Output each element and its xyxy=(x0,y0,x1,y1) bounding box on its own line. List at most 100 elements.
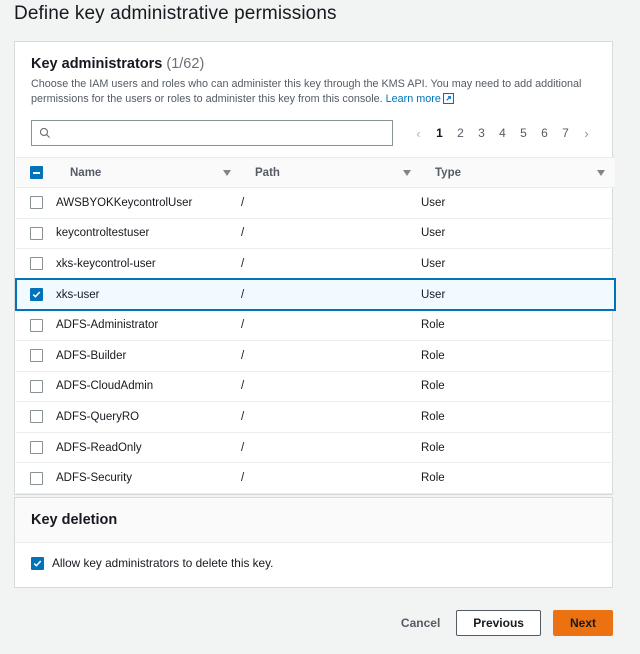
row-select-cell xyxy=(16,248,56,280)
section-title-count: (1/62) xyxy=(166,56,205,72)
pagination-page-3[interactable]: 3 xyxy=(472,122,491,144)
pagination-page-6[interactable]: 6 xyxy=(535,122,554,144)
table-row[interactable]: ADFS-ReadOnly / Role xyxy=(16,432,615,464)
select-all-header xyxy=(16,157,56,188)
row-checkbox[interactable] xyxy=(29,226,43,240)
row-select-cell xyxy=(16,401,56,433)
row-type-cell: User xyxy=(421,218,615,250)
search-input[interactable] xyxy=(51,122,392,144)
table-header-row: Name Path Type xyxy=(16,157,615,188)
row-name-cell: ADFS-Builder xyxy=(56,340,241,372)
row-path-cell: / xyxy=(241,462,421,494)
row-type-cell: Role xyxy=(421,432,615,464)
table-head: Name Path Type xyxy=(16,157,615,188)
column-header-path-label: Path xyxy=(255,166,280,179)
row-checkbox[interactable] xyxy=(29,441,43,455)
row-checkbox[interactable] xyxy=(30,288,43,302)
page-root: Define key administrative permissions Ke… xyxy=(0,0,640,654)
row-select-cell xyxy=(16,462,56,494)
select-all-checkbox[interactable] xyxy=(29,166,43,179)
row-path-cell: / xyxy=(241,248,421,280)
cancel-button[interactable]: Cancel xyxy=(397,610,444,636)
row-type-cell: Role xyxy=(421,371,615,403)
pagination-page-4[interactable]: 4 xyxy=(493,122,512,144)
sort-caret-icon-path[interactable] xyxy=(403,169,411,176)
row-name-cell: ADFS-QueryRO xyxy=(56,401,241,433)
pagination-previous-icon[interactable]: ‹ xyxy=(409,122,428,144)
row-checkbox[interactable] xyxy=(29,349,43,363)
search-icon xyxy=(39,127,51,139)
row-checkbox[interactable] xyxy=(29,410,43,424)
sort-caret-icon-name[interactable] xyxy=(223,169,231,176)
row-select-cell xyxy=(16,187,56,219)
row-path-cell: / xyxy=(241,278,421,311)
row-select-cell xyxy=(16,432,56,464)
check-icon xyxy=(32,291,41,298)
row-checkbox[interactable] xyxy=(29,196,43,210)
row-type-cell: Role xyxy=(421,462,615,494)
table-row[interactable]: keycontroltestuser / User xyxy=(16,218,615,250)
table-body: AWSBYOKKeycontrolUser / User keycontroltest… xyxy=(15,187,616,494)
section-description: Choose the IAM users and roles who can a… xyxy=(31,77,596,109)
external-link-icon[interactable] xyxy=(442,92,455,109)
check-icon xyxy=(33,560,42,567)
learn-more-link[interactable]: Learn more xyxy=(386,93,441,105)
row-name-cell: ADFS-Administrator xyxy=(56,309,241,341)
table-row[interactable]: ADFS-CloudAdmin / Role xyxy=(16,371,615,403)
search-box[interactable] xyxy=(31,120,393,146)
row-select-cell xyxy=(16,340,56,372)
column-header-name-label: Name xyxy=(70,166,102,179)
row-type-cell: User xyxy=(421,278,616,311)
row-path-cell: / xyxy=(241,371,421,403)
column-header-path[interactable]: Path xyxy=(241,157,421,188)
pagination-page-2[interactable]: 2 xyxy=(451,122,470,144)
column-header-type-label: Type xyxy=(435,166,461,179)
row-select-cell xyxy=(16,309,56,341)
pagination-page-1[interactable]: 1 xyxy=(430,122,449,144)
pagination-page-7[interactable]: 7 xyxy=(556,122,575,144)
previous-button[interactable]: Previous xyxy=(456,610,541,636)
table-row[interactable]: ADFS-QueryRO / Role xyxy=(16,401,615,433)
next-button[interactable]: Next xyxy=(552,610,613,636)
pagination-page-5[interactable]: 5 xyxy=(514,122,533,144)
key-administrators-table: Name Path Type AWSBYOKKeycontrolUser / U… xyxy=(15,157,616,494)
table-row[interactable]: ADFS-Builder / Role xyxy=(16,340,615,372)
row-name-cell: ADFS-Security xyxy=(56,462,241,494)
row-select-cell xyxy=(16,218,56,250)
wizard-footer: Cancel Previous Next xyxy=(14,610,613,636)
row-name-cell: ADFS-ReadOnly xyxy=(56,432,241,464)
row-select-cell xyxy=(15,278,56,311)
row-name-cell: xks-user xyxy=(56,278,241,311)
row-checkbox[interactable] xyxy=(29,257,43,271)
row-path-cell: / xyxy=(241,401,421,433)
table-row[interactable]: ADFS-Administrator / Role xyxy=(16,309,615,341)
row-path-cell: / xyxy=(241,187,421,219)
column-header-type[interactable]: Type xyxy=(421,157,615,188)
table-tools-row: ‹ 1 2 3 4 5 6 7 › xyxy=(15,109,612,157)
row-type-cell: Role xyxy=(421,340,615,372)
table-row[interactable]: AWSBYOKKeycontrolUser / User xyxy=(16,187,615,219)
row-path-cell: / xyxy=(241,340,421,372)
row-name-cell: ADFS-CloudAdmin xyxy=(56,371,241,403)
row-type-cell: Role xyxy=(421,309,615,341)
row-path-cell: / xyxy=(241,309,421,341)
row-checkbox[interactable] xyxy=(29,379,43,393)
row-checkbox[interactable] xyxy=(29,471,43,485)
key-administrators-panel: Key administrators (1/62) Choose the IAM… xyxy=(14,41,616,495)
key-deletion-body: Allow key administrators to delete this … xyxy=(15,543,612,587)
column-header-name[interactable]: Name xyxy=(56,157,241,188)
allow-delete-checkbox[interactable] xyxy=(31,557,44,570)
row-type-cell: User xyxy=(421,187,615,219)
description-line-2: or roles to administer this key from thi… xyxy=(154,93,383,105)
pagination-next-icon[interactable]: › xyxy=(577,122,596,144)
section-title: Key administrators (1/62) xyxy=(31,54,596,74)
table-row[interactable]: xks-keycontrol-user / User xyxy=(16,248,615,280)
table-row[interactable]: ADFS-Security / Role xyxy=(16,462,615,494)
sort-caret-icon-type[interactable] xyxy=(597,169,605,176)
table-row[interactable]: xks-user / User xyxy=(15,278,616,311)
row-name-cell: AWSBYOKKeycontrolUser xyxy=(56,187,241,219)
select-all-checkbox-wrap xyxy=(16,158,56,187)
pagination: ‹ 1 2 3 4 5 6 7 › xyxy=(409,122,596,144)
page-title: Define key administrative permissions xyxy=(14,3,337,24)
row-checkbox[interactable] xyxy=(29,318,43,332)
